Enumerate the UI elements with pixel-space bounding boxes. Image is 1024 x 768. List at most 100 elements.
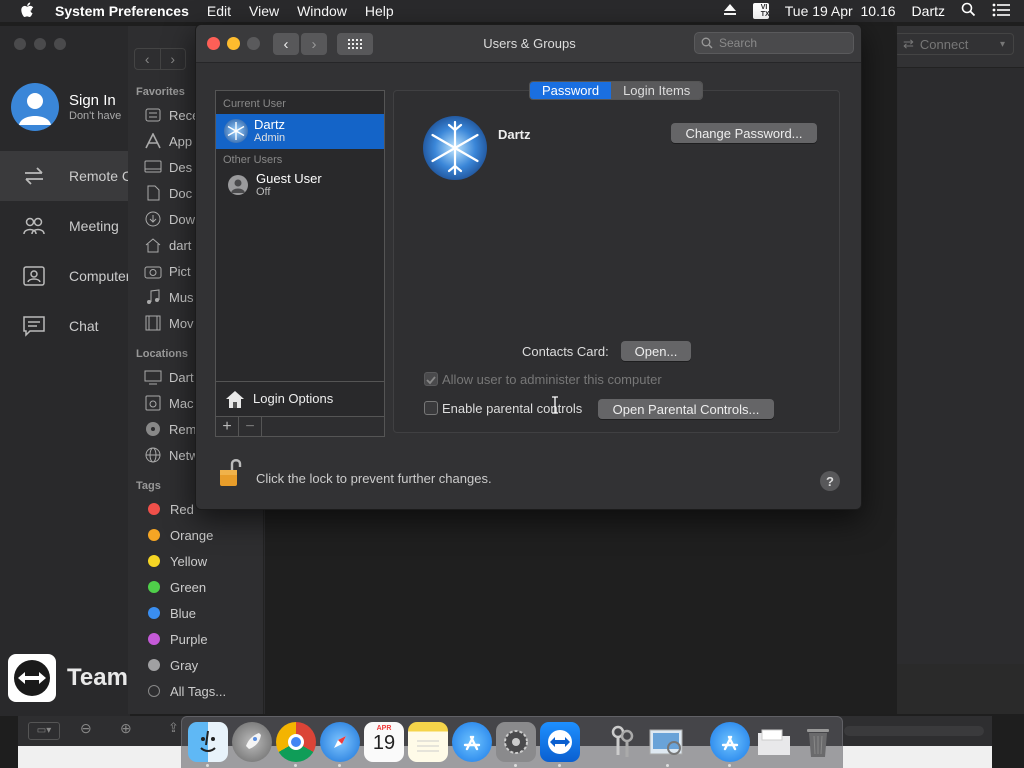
tv-nav-chat[interactable]: Chat	[0, 301, 130, 351]
dock-system-preferences-icon[interactable]	[496, 722, 536, 762]
sidebar-item-location[interactable]: Mac	[144, 392, 194, 414]
sign-in-title[interactable]: Sign In	[69, 92, 116, 109]
menu-bar: System Preferences Edit View Window Help…	[0, 0, 1024, 22]
sidebar-item-home[interactable]: dart	[144, 234, 191, 256]
dock-teamviewer-icon[interactable]	[540, 722, 580, 762]
apple-menu-icon[interactable]	[0, 2, 46, 21]
tv-minimize-button[interactable]	[34, 38, 46, 50]
remove-user-button[interactable]: −	[239, 417, 262, 437]
tag-blue[interactable]: Blue	[144, 602, 196, 624]
connect-arrow-icon: ⇄	[903, 36, 914, 51]
tag-label: Yellow	[170, 553, 208, 569]
tv-nav-remote-control[interactable]: Remote C	[0, 151, 132, 201]
change-password-button[interactable]: Change Password...	[671, 123, 817, 143]
dock-app-store-downloads-icon[interactable]	[710, 722, 750, 762]
spotlight-search-icon[interactable]	[953, 2, 984, 20]
avatar[interactable]	[11, 83, 59, 131]
sidebar-item-location[interactable]: Rem	[144, 418, 196, 440]
eject-icon[interactable]	[715, 3, 745, 19]
dock-running-indicator	[206, 764, 209, 767]
mouse-cursor	[551, 396, 558, 414]
sidebar-item-pictures[interactable]: Pict	[144, 260, 191, 282]
window-menu[interactable]: Window	[288, 3, 356, 19]
user-picture[interactable]	[423, 116, 487, 180]
dock-safari-icon[interactable]	[320, 722, 360, 762]
disc-icon	[144, 421, 162, 437]
favorites-header: Favorites	[136, 86, 185, 98]
add-user-button[interactable]: +	[216, 417, 239, 437]
sidebar-item-location[interactable]: Dart	[144, 366, 194, 388]
zoom-out-icon[interactable]: ⊖	[80, 720, 92, 737]
finder-back-forward[interactable]: ‹ ›	[134, 48, 186, 70]
tv-nav-label: Computer	[69, 268, 131, 284]
tab-login-items[interactable]: Login Items	[611, 82, 703, 99]
sidebar-item-location[interactable]: Netw	[144, 444, 199, 466]
help-button[interactable]: ?	[820, 471, 840, 491]
dock-app-store-icon[interactable]	[452, 722, 492, 762]
clock[interactable]: Tue 19 Apr 10.16	[777, 3, 904, 19]
dock-keychain-access-icon[interactable]	[602, 722, 642, 762]
unlocked-lock-icon[interactable]	[218, 457, 244, 489]
allow-admin-checkbox[interactable]	[424, 372, 438, 386]
contacts-card-label: Contacts Card:	[522, 344, 609, 359]
sidebar-label: Des	[169, 159, 193, 175]
tv-nav-meeting[interactable]: Meeting	[0, 201, 130, 251]
app-name-menu[interactable]: System Preferences	[46, 3, 198, 19]
tv-nav-computers[interactable]: Computer	[0, 251, 130, 301]
dock-running-indicator	[338, 764, 341, 767]
tag-red[interactable]: Red	[144, 498, 194, 520]
user-menu[interactable]: Dartz	[904, 3, 953, 19]
dock-chrome-icon[interactable]	[276, 722, 316, 762]
sidebar-item-movies[interactable]: Mov	[144, 312, 194, 334]
snowflake-icon	[431, 120, 479, 176]
dock-documents-folder-icon[interactable]	[754, 722, 794, 762]
all-tags-item[interactable]: All Tags...	[144, 680, 226, 702]
sidebar-item-music[interactable]: Mus	[144, 286, 194, 308]
tag-purple[interactable]: Purple	[144, 628, 208, 650]
open-parental-controls-button[interactable]: Open Parental Controls...	[598, 399, 774, 419]
tag-yellow[interactable]: Yellow	[144, 550, 207, 572]
sidebar-label: Mac	[169, 395, 194, 411]
user-row-guest[interactable]: Guest User Off	[216, 169, 384, 203]
system-preferences-window: ‹ › Users & Groups Search Current User D…	[195, 24, 862, 510]
search-input[interactable]: Search	[694, 32, 854, 54]
tab-password[interactable]: Password	[530, 82, 612, 99]
tag-green[interactable]: Green	[144, 576, 206, 598]
dock-finder-icon[interactable]	[188, 722, 228, 762]
dock-notes-icon[interactable]	[408, 722, 448, 762]
back-arrow-icon[interactable]: ‹	[135, 49, 161, 69]
view-menu[interactable]: View	[240, 3, 288, 19]
dock-launchpad-icon[interactable]	[232, 722, 272, 762]
dock: APR 19	[181, 716, 843, 768]
tag-orange[interactable]: Orange	[144, 524, 213, 546]
sidebar-item-applications[interactable]: App	[144, 130, 192, 152]
tv-close-button[interactable]	[14, 38, 26, 50]
user-row-current[interactable]: Dartz Admin	[216, 114, 384, 149]
connect-button[interactable]: ⇄ Connect ▾	[894, 33, 1014, 55]
sidebar-item-recents[interactable]: Rece	[144, 104, 199, 126]
calendar-month: APR	[376, 725, 392, 732]
tag-gray[interactable]: Gray	[144, 654, 198, 676]
input-source-icon[interactable]: VI TX	[745, 3, 777, 19]
tv-zoom-button[interactable]	[54, 38, 66, 50]
help-menu[interactable]: Help	[356, 3, 403, 19]
contacts-open-button[interactable]: Open...	[621, 341, 691, 361]
sidebar-item-desktop[interactable]: Des	[144, 156, 192, 178]
dock-running-indicator	[558, 764, 561, 767]
zoom-in-icon[interactable]: ⊕	[120, 720, 132, 737]
share-icon[interactable]: ⇪	[168, 720, 179, 736]
dock-trash-icon[interactable]	[798, 722, 838, 762]
scrollbar[interactable]	[844, 726, 984, 736]
view-options-icon[interactable]: ▭▾	[28, 722, 60, 740]
login-options-item[interactable]: Login Options	[216, 381, 384, 415]
edit-menu[interactable]: Edit	[198, 3, 240, 19]
teamviewer-window: Sign In Don't have Remote C Meeting Comp…	[0, 26, 132, 716]
notification-center-icon[interactable]	[984, 3, 1024, 20]
dock-preview-icon[interactable]	[646, 722, 686, 762]
forward-arrow-icon[interactable]: ›	[161, 49, 186, 69]
sidebar-item-documents[interactable]: Doc	[144, 182, 192, 204]
parental-controls-label: Enable parental controls	[442, 401, 583, 416]
sidebar-item-downloads[interactable]: Dow	[144, 208, 195, 230]
parental-controls-checkbox[interactable]	[424, 401, 438, 415]
dock-calendar-icon[interactable]: APR 19	[364, 722, 404, 762]
